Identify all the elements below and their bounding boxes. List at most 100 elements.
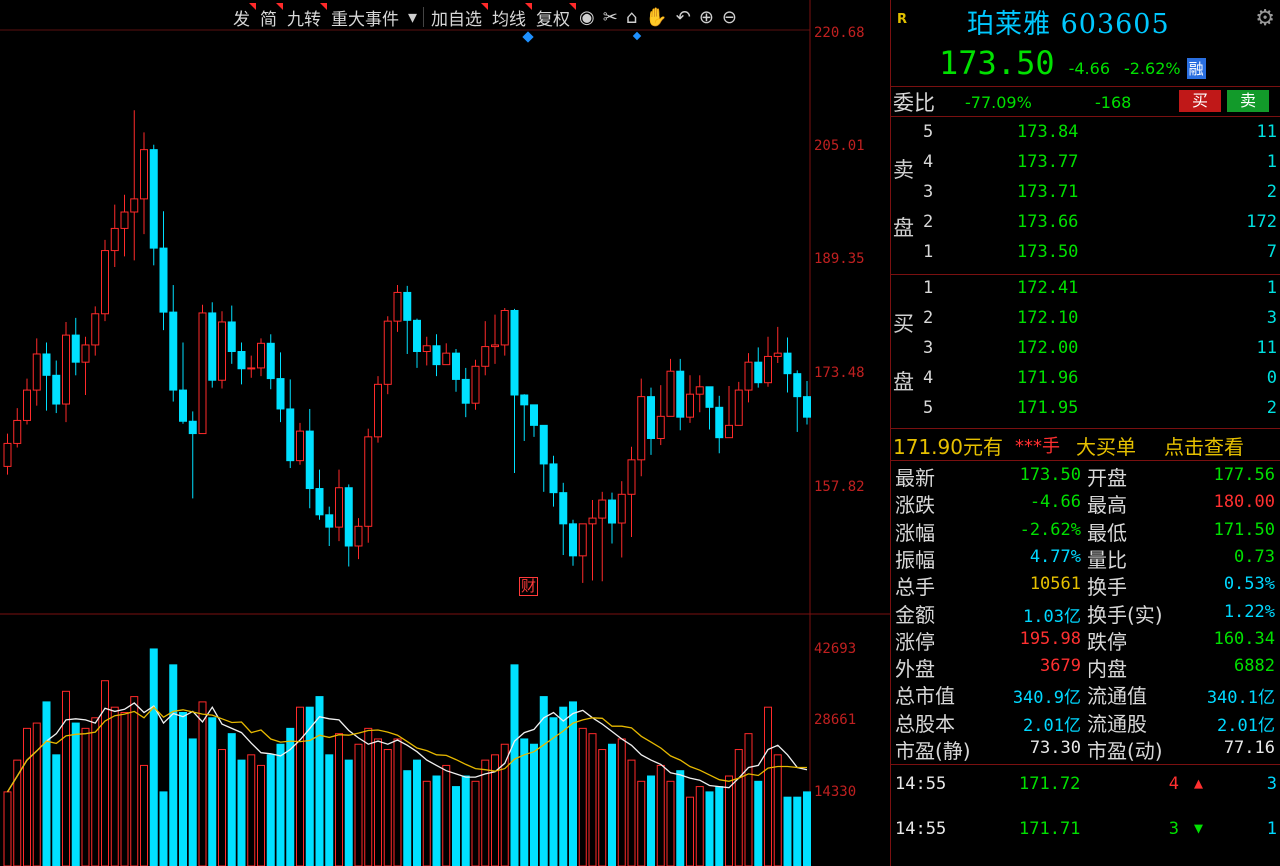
toolbar-jiuzhuan-button[interactable]: 九转 [282,2,327,30]
candle-body [637,396,646,461]
volume-bar [81,727,90,866]
toolbar-jian-button[interactable]: 简 [255,2,283,30]
candle-body [471,365,480,404]
volume-bar [218,749,226,866]
volume-bar [344,759,353,866]
bid-row[interactable]: 4 171.96 0 [891,368,1280,398]
candle-body [227,321,236,353]
add-watchlist-button[interactable]: 加自选 [426,2,489,30]
bid-volume: 2 [1266,398,1277,418]
stat-row: 总股本 2.01亿 流通股 2.01亿 [891,708,1280,736]
candle-body [81,344,90,363]
candle-body [695,386,704,395]
weibi-label: 委比 [893,91,935,115]
volume-bar [442,764,451,866]
volume-bar [42,701,51,866]
volume-bar [598,749,607,866]
bid-row[interactable]: 2 172.10 3 [891,308,1280,338]
kline-chart-area[interactable]: 220.68 205.01 189.35 173.48 157.82 42693 28661… [0,0,890,866]
divider [891,274,1280,275]
undo-icon[interactable]: ↶ [672,7,695,28]
ask-volume: 7 [1266,242,1277,262]
ask-row[interactable]: 4 173.77 1 [891,152,1280,182]
candle-body [247,367,256,370]
volume-bar [120,711,129,866]
candle-body [686,393,694,418]
scissors-icon[interactable]: ✂ [599,7,622,28]
candle-body [442,352,451,366]
volume-bar [793,796,802,866]
volume-axis-label: 14330 [814,784,856,800]
hand-icon[interactable]: ✋ [641,7,671,28]
big-order-hand: ***手 [1014,436,1060,457]
stat-label: 总股本 [895,711,955,736]
volume-bar [335,733,343,866]
candle-body [374,383,382,438]
big-order-row[interactable]: 171.90元有 ***手 大买单 点击查看 [891,430,1280,460]
volume-bar [208,717,217,866]
candle-body [276,378,285,410]
volume-bar [413,759,421,866]
candle-body [91,313,100,346]
bid-volume: 11 [1256,338,1277,358]
chart-toolbar: 发 简 九转 重大事件 ▾ 加自选 均线 复权 ◉ ✂ ⌂ ✋ ↶ ⊕ ⊖ [228,2,741,32]
stock-title: 珀莱雅 603605 [967,9,1170,40]
buy-button[interactable]: 买 [1179,90,1221,112]
stat-row: 涨跌 -4.66 最高 180.00 [891,489,1280,517]
sell-button[interactable]: 卖 [1227,90,1269,112]
candle-body [764,355,772,384]
gear-icon[interactable]: ⚙ [1255,6,1275,31]
tick-row: 14:55 171.72 4 ▲ 3 [891,774,1280,804]
volume-bar [676,770,685,866]
volume-bar [247,754,256,866]
big-order-link[interactable]: 点击查看 [1164,431,1244,460]
candle-body [803,396,811,418]
candle-body [666,370,675,417]
candle-body [530,404,538,426]
toolbar-separator [423,7,425,27]
candle-body [783,352,792,375]
price-change-pct: -2.62% [1124,59,1181,78]
bid-row[interactable]: 5 171.95 2 [891,398,1280,428]
margin-trading-badge: 融 [1186,58,1206,79]
stat-label: 涨停 [895,629,935,654]
volume-bar [617,738,626,866]
moving-average-button[interactable]: 均线 [487,2,533,30]
bid-row[interactable]: 3 172.00 11 [891,338,1280,368]
stat-row: 涨停 195.98 跌停 160.34 [891,626,1280,654]
candle-body [627,459,636,495]
toolbar-fa-button[interactable]: 发 [228,2,256,30]
ask-level: 1 [923,242,934,262]
dropdown-arrow-icon[interactable]: ▾ [404,7,421,28]
stat-row: 最新 173.50 开盘 177.56 [891,462,1280,490]
ask-row[interactable]: 3 173.71 2 [891,182,1280,212]
candle-body [393,291,402,322]
zoom-out-icon[interactable]: ⊖ [718,7,741,28]
ask-row[interactable]: 1 173.50 7 [891,242,1280,272]
volume-bar [169,664,178,866]
candle-body [754,361,763,384]
volume-bar [130,696,139,866]
eye-icon[interactable]: ◉ [575,7,599,28]
zoom-in-icon[interactable]: ⊕ [695,7,718,28]
lock-icon[interactable]: ⌂ [622,7,641,28]
stat-value: 0.73 [1234,546,1275,567]
toolbar-major-events-button[interactable]: 重大事件 [326,5,404,30]
stat-row: 总手 10561 换手 0.53% [891,571,1280,599]
volume-bar [374,738,382,866]
kline-chart[interactable]: 220.68 205.01 189.35 173.48 157.82 42693 28661… [0,0,890,866]
volume-bar [656,764,665,866]
price-axis-label: 157.82 [814,479,865,495]
financial-report-icon[interactable]: 财 [519,577,539,596]
ask-row[interactable]: 5 173.84 11 [891,122,1280,152]
candle-body [32,353,41,391]
price-adjust-button[interactable]: 复权 [531,2,577,30]
ask-level: 5 [923,122,934,142]
price-change: -4.66 [1068,59,1110,78]
candle-body [344,487,353,547]
quote-panel: R 珀莱雅 603605 ⚙ 173.50 -4.66 -2.62% 融 委比 … [890,0,1280,866]
bid-volume: 3 [1266,308,1277,328]
ask-row[interactable]: 2 173.66 172 [891,212,1280,242]
candle-body [13,419,22,444]
bid-row[interactable]: 1 172.41 1 [891,278,1280,308]
